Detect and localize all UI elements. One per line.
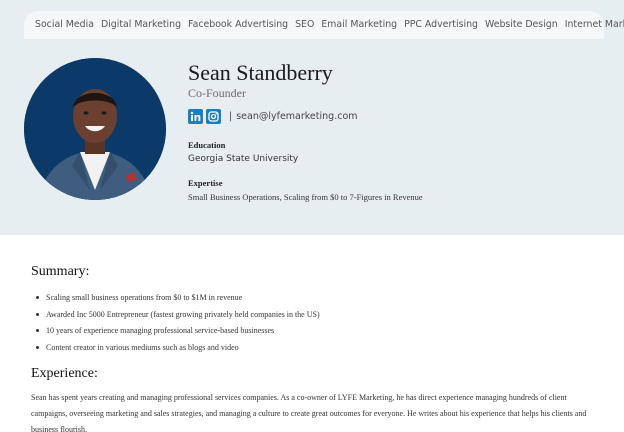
summary-list: Scaling small business operations from $… <box>36 292 320 358</box>
experience-paragraph: Sean has spent years creating and managi… <box>31 393 587 432</box>
nav-item-ppc-advertising[interactable]: PPC Advertising <box>404 19 478 30</box>
nav-item-email-marketing[interactable]: Email Marketing <box>321 19 397 30</box>
nav-item-social-media[interactable]: Social Media <box>35 19 94 30</box>
summary-item: Awarded Inc 5000 Entrepreneur (fastest g… <box>36 309 320 326</box>
experience-heading: Experience: <box>31 366 98 381</box>
category-nav: Social Media Digital Marketing Facebook … <box>24 11 624 39</box>
linkedin-icon[interactable] <box>188 109 203 124</box>
profile-role: Co-Founder <box>188 86 246 100</box>
social-links: | sean@lyfemarketing.com <box>188 109 358 124</box>
separator: | <box>229 111 233 122</box>
profile-name: Sean Standberry <box>188 60 333 85</box>
summary-item: 10 years of experience managing professi… <box>36 325 320 342</box>
expertise-label: Expertise <box>188 178 223 188</box>
nav-item-seo[interactable]: SEO <box>295 19 314 30</box>
summary-item: Scaling small business operations from $… <box>36 292 320 309</box>
avatar-portrait <box>24 58 166 200</box>
expertise-value: Small Business Operations, Scaling from … <box>188 192 423 202</box>
avatar <box>24 58 166 200</box>
summary-item: Content creator in various mediums such … <box>36 342 320 359</box>
instagram-icon[interactable] <box>206 109 221 124</box>
education-label: Education <box>188 140 226 150</box>
email-link[interactable]: sean@lyfemarketing.com <box>236 111 357 122</box>
summary-heading: Summary: <box>31 264 90 279</box>
nav-item-digital-marketing[interactable]: Digital Marketing <box>101 19 181 30</box>
education-value: Georgia State University <box>188 154 299 164</box>
nav-item-website-design[interactable]: Website Design <box>485 19 558 30</box>
nav-item-facebook-advertising[interactable]: Facebook Advertising <box>188 19 288 30</box>
nav-item-internet-marketing[interactable]: Internet Marketing <box>565 19 624 30</box>
